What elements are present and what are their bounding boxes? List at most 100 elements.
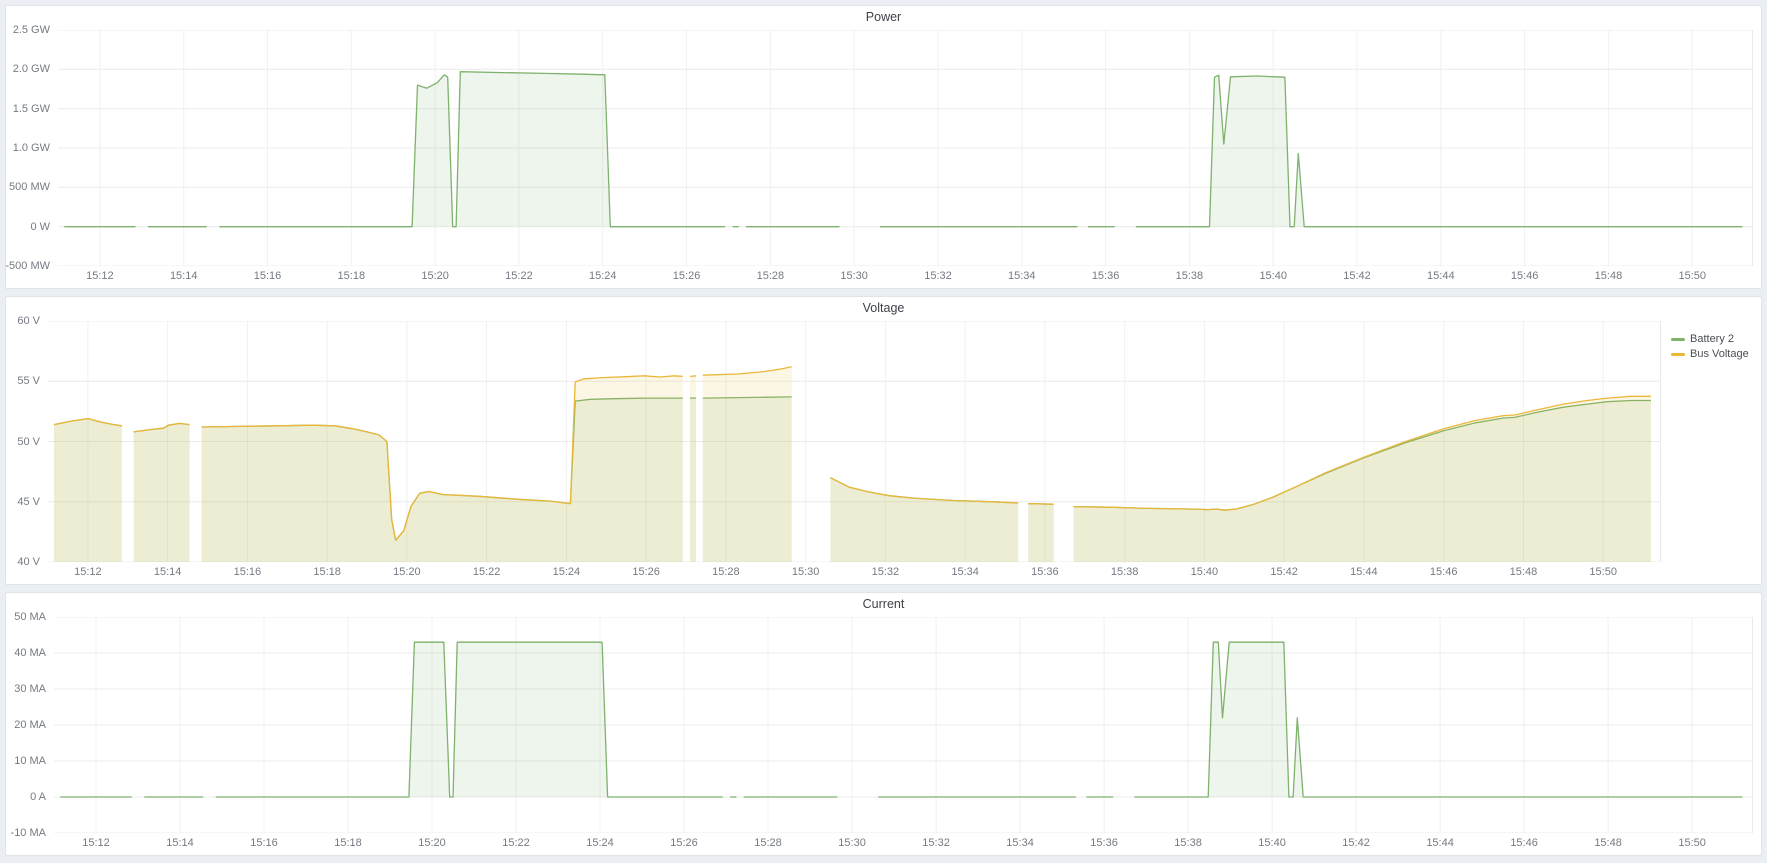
x-tick-label: 15:30 [838, 837, 866, 849]
chart-row: 2.5 GW2.0 GW1.5 GW1.0 GW500 MW0 W-500 MW [6, 28, 1761, 266]
panel-power: Power 2.5 GW2.0 GW1.5 GW1.0 GW500 MW0 W-… [5, 5, 1762, 289]
x-tick-label: 15:34 [951, 566, 979, 578]
y-tick-label: 40 V [17, 556, 40, 568]
y-tick-label: 60 V [17, 315, 40, 327]
legend-swatch [1671, 338, 1685, 341]
legend-swatch [1671, 353, 1685, 356]
x-tick-label: 15:46 [1430, 566, 1458, 578]
panel-title-voltage: Voltage [6, 297, 1761, 319]
y-tick-label: 1.0 GW [13, 142, 50, 154]
x-tick-label: 15:18 [338, 270, 366, 282]
x-axis-labels: 15:1215:1415:1615:1815:2015:2215:2415:26… [54, 833, 1753, 855]
plot-area-voltage[interactable] [48, 321, 1661, 562]
x-tick-label: 15:22 [473, 566, 501, 578]
legend-label: Bus Voltage [1690, 348, 1749, 360]
x-tick-label: 15:50 [1678, 837, 1706, 849]
panel-voltage: Voltage 60 V55 V50 V45 V40 V Battery 2Bu… [5, 296, 1762, 585]
x-tick-label: 15:50 [1589, 566, 1617, 578]
chart-row: 50 MA40 MA30 MA20 MA10 MA0 A-10 MA [6, 615, 1761, 833]
x-tick-label: 15:12 [74, 566, 102, 578]
x-axis-labels: 15:1215:1415:1615:1815:2015:2215:2415:26… [48, 562, 1661, 584]
plot-area-power[interactable] [58, 30, 1753, 266]
chart-svg [48, 321, 1661, 562]
x-tick-label: 15:32 [922, 837, 950, 849]
x-tick-label: 15:18 [334, 837, 362, 849]
x-tick-label: 15:44 [1350, 566, 1378, 578]
y-axis-labels: 2.5 GW2.0 GW1.5 GW1.0 GW500 MW0 W-500 MW [12, 30, 58, 266]
x-tick-label: 15:26 [632, 566, 660, 578]
x-tick-label: 15:34 [1008, 270, 1036, 282]
x-tick-label: 15:14 [170, 270, 198, 282]
x-tick-label: 15:32 [872, 566, 900, 578]
series-fill-Bus Voltage [202, 376, 683, 562]
chart-row: 60 V55 V50 V45 V40 V Battery 2Bus Voltag… [6, 319, 1761, 562]
x-tick-label: 15:40 [1258, 837, 1286, 849]
x-tick-label: 15:22 [502, 837, 530, 849]
y-tick-label: -10 MA [11, 827, 46, 839]
y-tick-label: 50 V [17, 436, 40, 448]
x-tick-label: 15:38 [1111, 566, 1139, 578]
x-tick-label: 15:48 [1510, 566, 1538, 578]
series-fill-Current [1134, 642, 1742, 797]
x-tick-label: 15:26 [670, 837, 698, 849]
y-axis-labels: 60 V55 V50 V45 V40 V [12, 321, 48, 562]
y-tick-label: 20 MA [14, 719, 46, 731]
legend-item[interactable]: Battery 2 [1671, 333, 1753, 345]
x-tick-label: 15:16 [254, 270, 282, 282]
x-tick-label: 15:42 [1342, 837, 1370, 849]
series-line-Bus Voltage [690, 376, 696, 377]
y-tick-label: 2.5 GW [13, 24, 50, 36]
panel-title-power: Power [6, 6, 1761, 28]
y-tick-label: -500 MW [5, 260, 50, 272]
x-tick-label: 15:36 [1090, 837, 1118, 849]
x-tick-label: 15:42 [1343, 270, 1371, 282]
series-fill-Bus Voltage [1074, 396, 1651, 562]
x-tick-label: 15:44 [1426, 837, 1454, 849]
y-tick-label: 55 V [17, 375, 40, 387]
x-tick-label: 15:40 [1259, 270, 1287, 282]
y-tick-label: 1.5 GW [13, 103, 50, 115]
series-line-Bus Voltage [1028, 504, 1054, 505]
legend: Battery 2 Bus Voltage [1661, 321, 1753, 562]
x-tick-label: 15:24 [553, 566, 581, 578]
x-tick-label: 15:38 [1174, 837, 1202, 849]
x-tick-label: 15:32 [924, 270, 952, 282]
y-tick-label: 0 A [30, 791, 46, 803]
x-tick-label: 15:50 [1678, 270, 1706, 282]
x-tick-label: 15:14 [154, 566, 182, 578]
x-tick-label: 15:40 [1191, 566, 1219, 578]
x-tick-label: 15:38 [1176, 270, 1204, 282]
series-fill-Bus Voltage [830, 478, 1018, 562]
grid-horizontal [54, 617, 1753, 833]
chart-svg [58, 30, 1753, 266]
chart-svg [54, 617, 1753, 833]
x-tick-label: 15:42 [1270, 566, 1298, 578]
x-tick-label: 15:20 [393, 566, 421, 578]
legend-label: Battery 2 [1690, 333, 1734, 345]
series-fill-Bus Voltage [134, 423, 190, 562]
x-tick-label: 15:26 [673, 270, 701, 282]
x-tick-label: 15:20 [418, 837, 446, 849]
x-tick-label: 15:16 [250, 837, 278, 849]
x-tick-label: 15:30 [792, 566, 820, 578]
x-axis-labels: 15:1215:1415:1615:1815:2015:2215:2415:26… [58, 266, 1753, 288]
x-tick-label: 15:48 [1594, 837, 1622, 849]
series-fill-Bus Voltage [690, 376, 696, 562]
panel-current: Current 50 MA40 MA30 MA20 MA10 MA0 A-10 … [5, 592, 1762, 856]
y-tick-label: 500 MW [9, 181, 50, 193]
legend-item[interactable]: Bus Voltage [1671, 348, 1753, 360]
x-tick-label: 15:12 [86, 270, 114, 282]
x-tick-label: 15:46 [1510, 837, 1538, 849]
y-tick-label: 50 MA [14, 611, 46, 623]
x-tick-label: 15:34 [1006, 837, 1034, 849]
x-tick-label: 15:24 [586, 837, 614, 849]
x-tick-label: 15:46 [1511, 270, 1539, 282]
x-tick-label: 15:28 [754, 837, 782, 849]
x-tick-label: 15:18 [313, 566, 341, 578]
x-tick-label: 15:48 [1595, 270, 1623, 282]
x-tick-label: 15:44 [1427, 270, 1455, 282]
plot-area-current[interactable] [54, 617, 1753, 833]
series-fill-Bus Voltage [1028, 504, 1054, 562]
x-tick-label: 15:24 [589, 270, 617, 282]
series-fill-Bus Voltage [54, 419, 122, 562]
